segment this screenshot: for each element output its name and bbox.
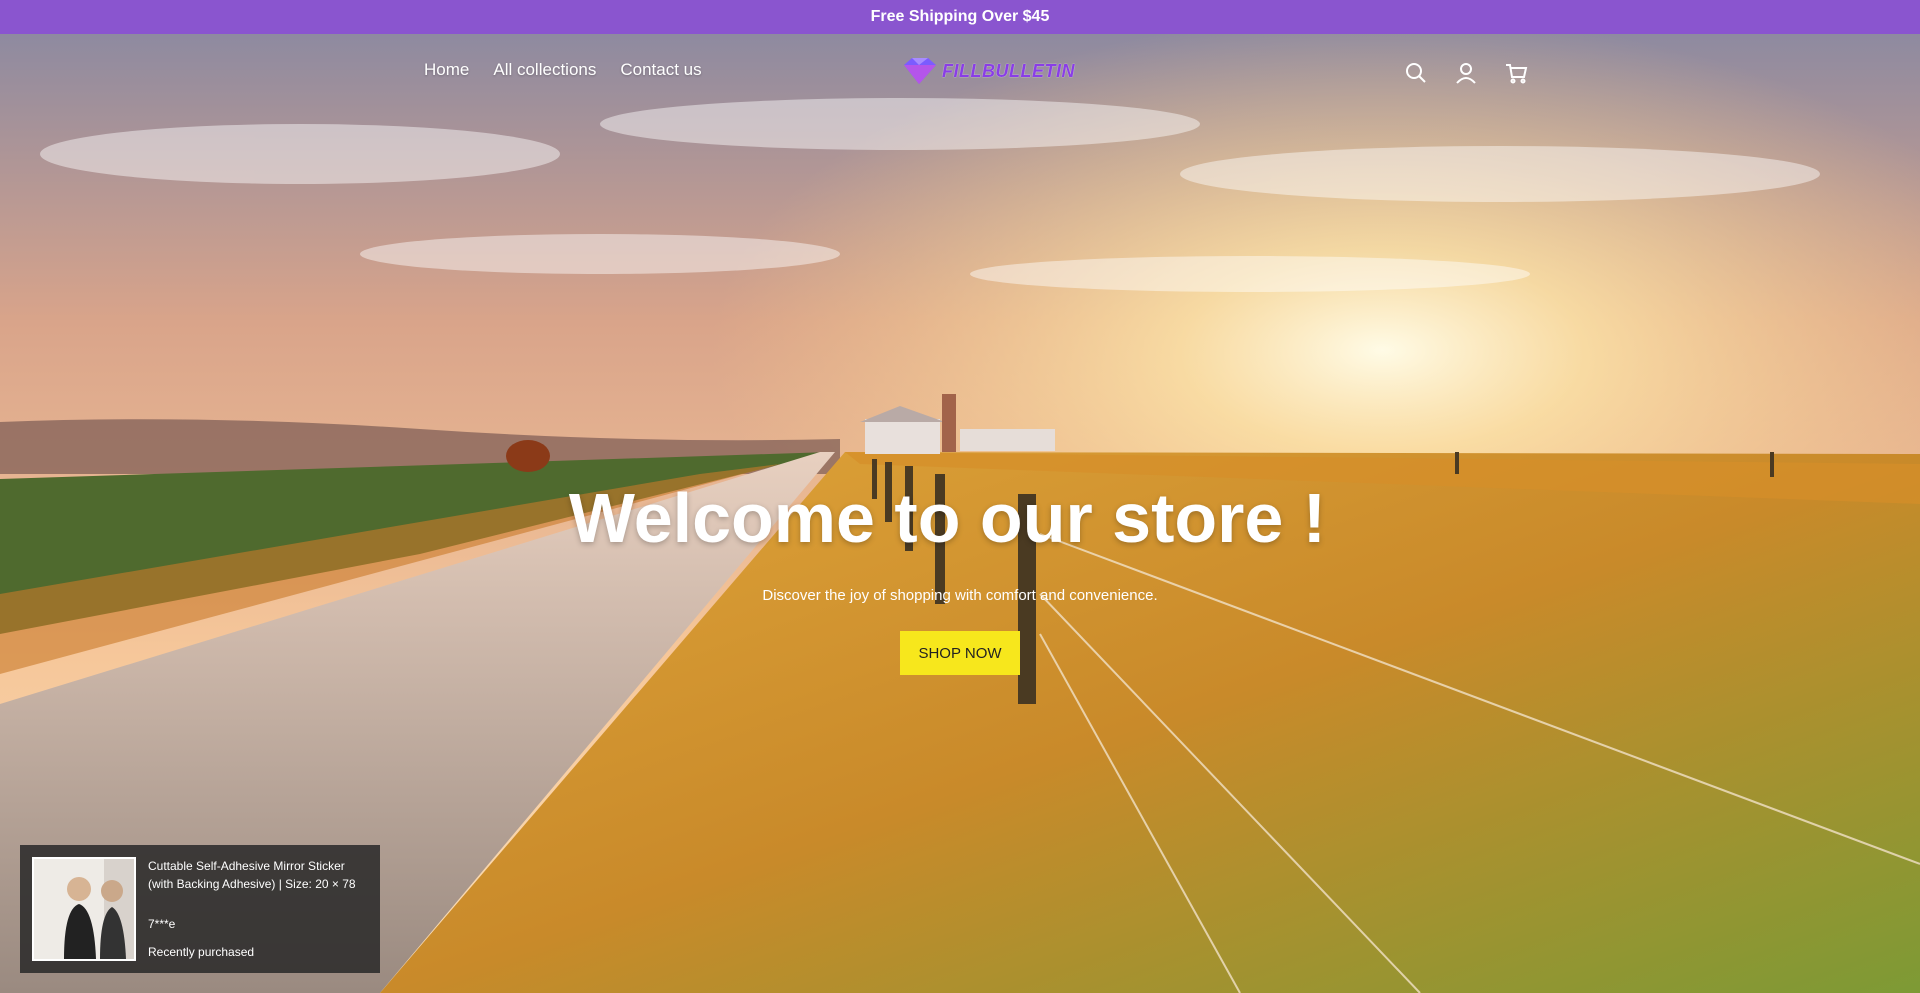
popup-product-name: Cuttable Self-Adhesive Mirror Sticker (w… <box>148 859 356 891</box>
logo-text: FILLBULLETIN <box>942 60 1075 81</box>
hero-subtitle: Discover the joy of shopping with comfor… <box>762 587 1158 604</box>
cart-icon[interactable] <box>1503 60 1529 86</box>
product-thumbnail <box>32 857 136 961</box>
account-icon[interactable] <box>1453 60 1479 86</box>
popup-status: Recently purchased <box>148 945 255 959</box>
page: Free Shipping Over $45 Home All collecti… <box>0 0 1920 993</box>
header-icons <box>1403 60 1529 86</box>
popup-buyer: 7***e <box>148 917 176 931</box>
nav-home[interactable]: Home <box>424 60 469 80</box>
nav-contact-us[interactable]: Contact us <box>620 60 701 80</box>
recent-purchase-popup[interactable]: Cuttable Self-Adhesive Mirror Sticker (w… <box>20 845 380 973</box>
diamond-logo-icon <box>904 58 936 84</box>
shop-now-button[interactable]: SHOP NOW <box>900 631 1020 675</box>
announcement-bar: Free Shipping Over $45 <box>0 0 1920 34</box>
main-nav: Home All collections Contact us <box>424 60 702 80</box>
popup-text: Cuttable Self-Adhesive Mirror Sticker (w… <box>148 845 368 973</box>
hero-title: Welcome to our store ! <box>568 479 1327 557</box>
search-icon[interactable] <box>1403 60 1429 86</box>
site-header: Home All collections Contact us FILLBULL… <box>0 34 1920 109</box>
announcement-text: Free Shipping Over $45 <box>870 8 1050 25</box>
site-logo[interactable]: FILLBULLETIN <box>900 56 1075 86</box>
nav-all-collections[interactable]: All collections <box>493 60 596 80</box>
